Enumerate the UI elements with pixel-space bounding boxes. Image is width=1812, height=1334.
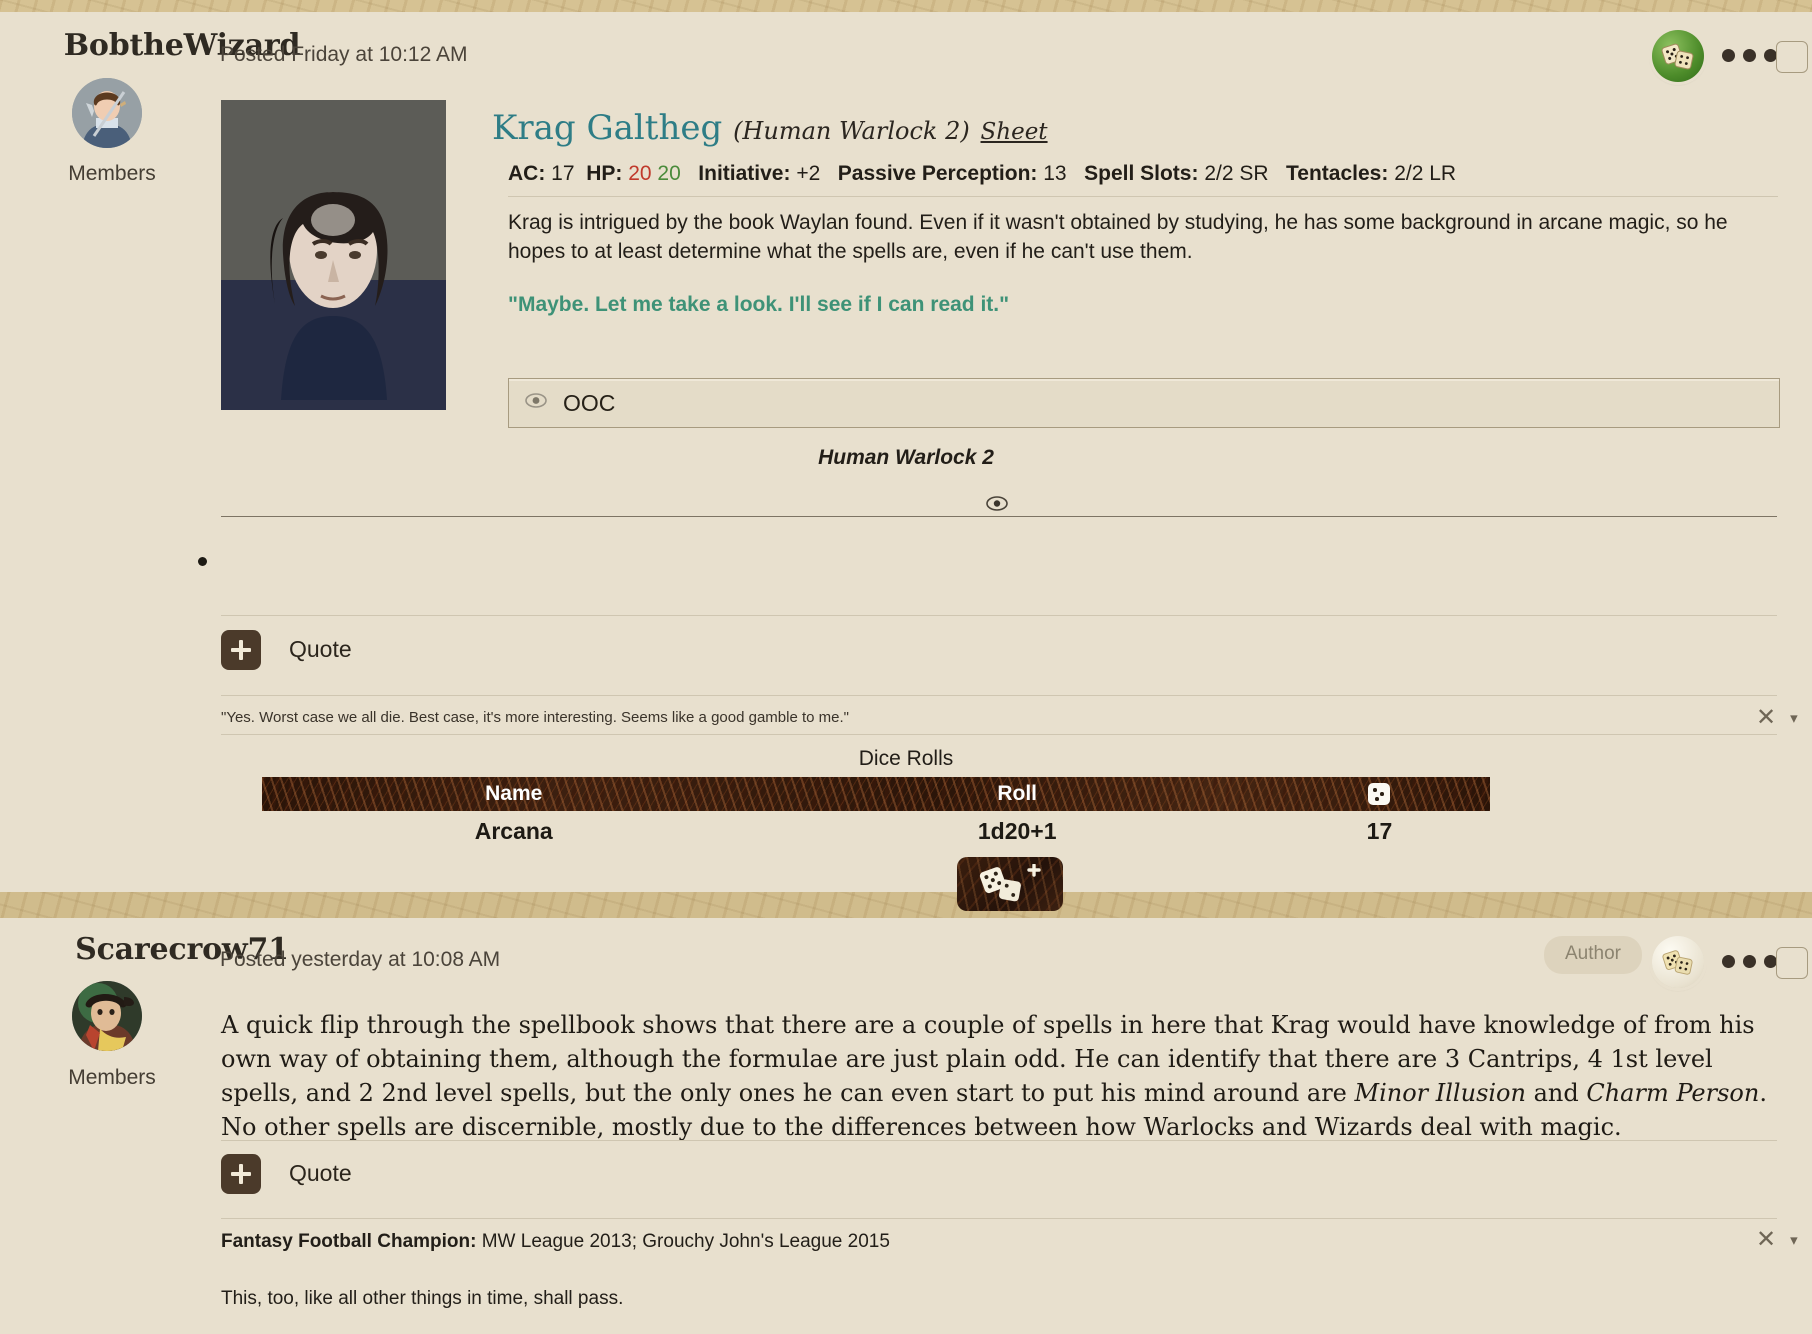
close-icon[interactable]: ✕ <box>1756 706 1776 730</box>
add-dice-icon <box>979 864 1041 902</box>
post-2-signature-line-2: This, too, like all other things in time… <box>221 1288 624 1309</box>
post-1-more-options-icon[interactable] <box>1722 49 1777 62</box>
signature-value: MW League 2013; Grouchy John's League 20… <box>476 1231 890 1252</box>
post-1-signature-controls[interactable]: ✕ ▾ <box>1756 706 1798 730</box>
dice-rolls-table: Name Roll Arcana 1d20+1 17 <box>262 777 1490 851</box>
dice-col-header-name: Name <box>485 782 543 805</box>
post-2-signature-controls[interactable]: ✕ ▾ <box>1756 1228 1798 1252</box>
post-1-dialogue-text: "Maybe. Let me take a look. I'll see if … <box>508 293 1010 316</box>
dice-table-row: Arcana 1d20+1 17 <box>262 811 1490 851</box>
stat-value-hp-current: 20 <box>628 162 652 185</box>
dice-table-header-row: Name Roll <box>262 777 1490 811</box>
spell-name: Minor Illusion <box>1354 1079 1526 1108</box>
roll-dice-button[interactable] <box>957 857 1063 911</box>
stat-value-tentacles: 2/2 LR <box>1394 162 1457 185</box>
post-2-select-checkbox[interactable] <box>1776 947 1808 979</box>
forum-page: BobtheWizard Members Posted Friday at 10… <box>0 0 1812 1334</box>
spell-name: Charm Person <box>1586 1079 1760 1108</box>
dice-section-divider <box>221 734 1777 735</box>
stat-value-hp-max: 20 <box>657 162 681 185</box>
character-stat-line: AC: 17 HP: 20 20 Initiative: +2 Passive … <box>508 162 1456 186</box>
eye-icon <box>525 393 547 413</box>
dot <box>1722 49 1735 62</box>
post-2-dice-roller-button[interactable] <box>1652 936 1704 988</box>
ooc-spoiler-label: OOC <box>563 389 616 416</box>
post-2-avatar[interactable] <box>72 981 142 1051</box>
signature-divider <box>221 695 1777 696</box>
post-2-add-quote-button[interactable] <box>221 1154 261 1194</box>
chevron-down-icon[interactable]: ▾ <box>1790 711 1798 726</box>
avatar-image <box>72 981 142 1051</box>
post-card-1: BobtheWizard Members Posted Friday at 10… <box>0 12 1812 911</box>
stat-label-ac: AC: <box>508 162 546 185</box>
character-race-class: (Human Warlock 2) <box>733 117 970 145</box>
character-sheet-link[interactable]: Sheet <box>981 119 1048 145</box>
body-run: and <box>1525 1079 1587 1108</box>
post-1-dice-roller-button[interactable] <box>1652 30 1704 82</box>
die-icon <box>1368 783 1391 805</box>
signature-eye-icon[interactable] <box>986 496 1008 516</box>
stat-value-passive-perception: 13 <box>1043 162 1067 185</box>
post-1-select-checkbox[interactable] <box>1776 41 1808 73</box>
ooc-spoiler-box[interactable]: OOC <box>508 378 1780 428</box>
dot <box>1743 49 1756 62</box>
dot <box>1722 955 1735 968</box>
author-badge: Author <box>1544 936 1642 974</box>
post-1-section-divider <box>221 516 1777 517</box>
post-2-quote-divider <box>221 1140 1777 1141</box>
stat-label-tentacles: Tentacles: <box>1286 162 1389 185</box>
post-1-avatar[interactable] <box>72 78 142 148</box>
chevron-down-icon[interactable]: ▾ <box>1790 1233 1798 1248</box>
character-portrait <box>221 100 446 410</box>
post-1-signature-text: "Yes. Worst case we all die. Best case, … <box>221 709 849 726</box>
dice-col-header-result <box>1269 783 1490 805</box>
dice-row-result: 17 <box>1366 817 1393 844</box>
close-icon[interactable]: ✕ <box>1756 1228 1776 1252</box>
stat-label-initiative: Initiative: <box>698 162 791 185</box>
post-2-body-text: A quick flip through the spellbook shows… <box>221 1008 1777 1144</box>
dice-row-name: Arcana <box>474 817 553 844</box>
stat-value-spell-slots: 2/2 SR <box>1204 162 1269 185</box>
quote-bar-divider <box>221 615 1777 616</box>
stat-value-ac: 17 <box>551 162 575 185</box>
dice-row-formula: 1d20+1 <box>977 817 1057 844</box>
stat-value-initiative: +2 <box>796 162 821 185</box>
dice-icon <box>1661 43 1694 70</box>
portrait-image <box>221 100 446 410</box>
post-1-quote-label[interactable]: Quote <box>289 636 352 663</box>
stat-divider <box>508 196 1778 197</box>
character-name-heading: Krag Galtheg (Human Warlock 2) Sheet <box>492 108 1048 148</box>
dice-rolls-title: Dice Rolls <box>858 747 954 770</box>
post-1-group-label: Members <box>68 162 156 185</box>
post-1-signature-caption: Human Warlock 2 <box>818 446 994 469</box>
avatar-image <box>72 78 142 148</box>
dice-col-header-roll: Roll <box>997 782 1038 805</box>
post-card-2: Scarecrow71 Members Posted yesterday at … <box>0 918 1812 1334</box>
post-2-signature-divider <box>221 1218 1777 1219</box>
post-2-quote-label[interactable]: Quote <box>289 1160 352 1187</box>
stat-label-spell-slots: Spell Slots: <box>1084 162 1199 185</box>
post-1-body-text: Krag is intrigued by the book Waylan fou… <box>508 211 1728 263</box>
post-2-timestamp: Posted yesterday at 10:08 AM <box>220 948 501 971</box>
stat-label-hp: HP: <box>586 162 623 185</box>
signature-label: Fantasy Football Champion: <box>221 1231 477 1252</box>
post-2-more-options-icon[interactable] <box>1722 955 1777 968</box>
post-2-group-label: Members <box>68 1066 156 1089</box>
post-1-add-quote-button[interactable] <box>221 630 261 670</box>
stat-label-passive-perception: Passive Perception: <box>837 162 1038 185</box>
post-2-signature-line-1: Fantasy Football Champion: MW League 201… <box>221 1231 890 1253</box>
dice-icon <box>1662 950 1693 975</box>
dot <box>1743 955 1756 968</box>
list-bullet <box>198 557 207 566</box>
post-1-timestamp: Posted Friday at 10:12 AM <box>220 43 468 66</box>
character-name: Krag Galtheg <box>492 108 723 148</box>
